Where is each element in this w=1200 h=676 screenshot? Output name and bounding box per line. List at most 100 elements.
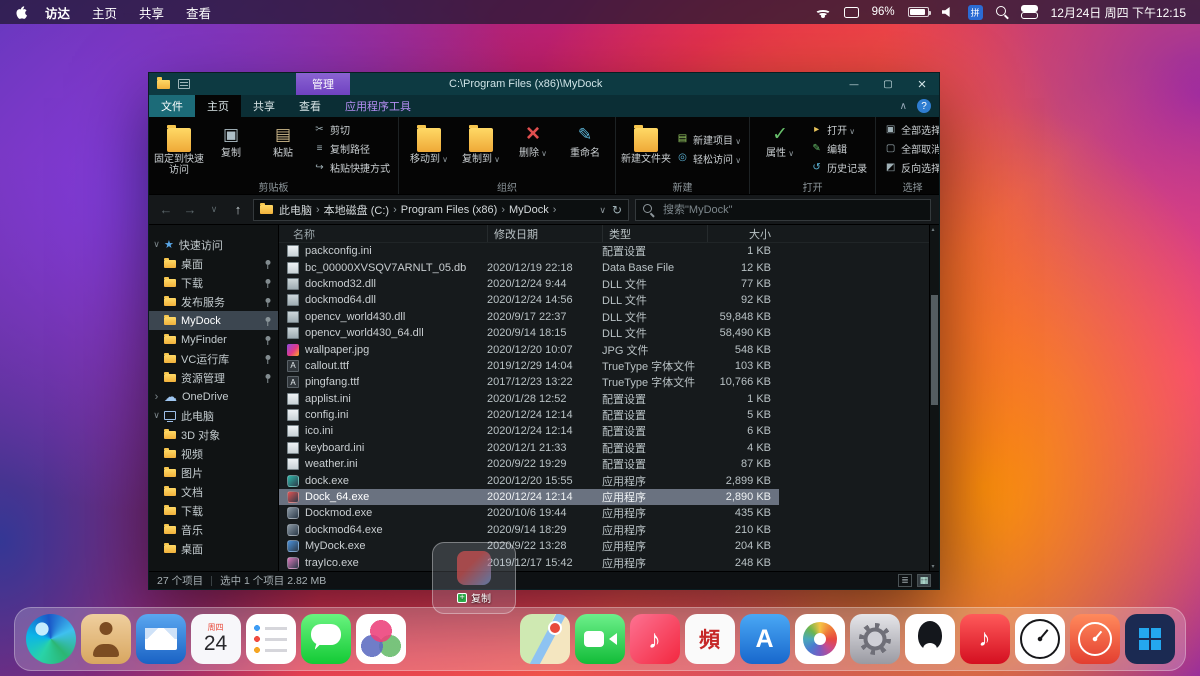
quick-access-toolbar-icon[interactable]: [178, 79, 190, 89]
sidebar-item-桌面[interactable]: 桌面: [149, 539, 278, 558]
expand-arrow-icon[interactable]: [149, 239, 164, 250]
breadcrumb[interactable]: 此电脑本地磁盘 (C:) Program Files (x86)MyDock: [253, 198, 629, 221]
search-box[interactable]: [635, 198, 931, 221]
ribbon-button[interactable]: 编辑: [807, 140, 870, 157]
file-row[interactable]: Acallout.ttf 2019/12/29 14:04 TrueType 字体文…: [279, 358, 779, 374]
dock-item-clock-icon[interactable]: [1014, 614, 1065, 664]
ribbon-button[interactable]: 属性: [755, 119, 805, 178]
file-row[interactable]: bc_00000XVSQV7ARNLT_05.db 2020/12/19 22:1…: [279, 259, 779, 275]
breadcrumb-item[interactable]: MyDock: [505, 204, 553, 216]
battery-icon[interactable]: [907, 7, 931, 17]
icons-view-button[interactable]: [917, 574, 931, 587]
forward-button[interactable]: [181, 201, 199, 219]
dock-item-alarm-clock-app-icon[interactable]: [1069, 614, 1120, 664]
dock-item-photos-icon[interactable]: [794, 614, 845, 664]
titlebar[interactable]: 管理 C:\Program Files (x86)\MyDock: [149, 73, 939, 95]
menubar-item[interactable]: 查看: [186, 3, 211, 22]
search-input[interactable]: [661, 202, 923, 217]
minimize-button[interactable]: [837, 73, 871, 95]
files-header[interactable]: 名称 修改日期 类型 大小: [279, 225, 939, 243]
file-row[interactable]: Dockmod.exe 2020/10/6 19:44 应用程序 435 KB: [279, 505, 779, 521]
sidebar-item-发布服务[interactable]: 发布服务: [149, 292, 278, 311]
ribbon-button[interactable]: 全部选择: [881, 121, 939, 138]
dock-item-music-icon[interactable]: [629, 614, 680, 664]
maximize-button[interactable]: [871, 73, 905, 95]
expand-arrow-icon[interactable]: [149, 391, 164, 403]
breadcrumb-item[interactable]: Program Files (x86): [397, 204, 502, 216]
ribbon-button[interactable]: 轻松访问: [673, 150, 744, 167]
file-row[interactable]: trayIco.exe 2019/12/17 15:42 应用程序 248 KB: [279, 554, 779, 570]
sidebar-item-视频[interactable]: 视频: [149, 444, 278, 463]
file-row[interactable]: ico.ini 2020/12/24 12:14 配置设置 6 KB: [279, 423, 779, 439]
dock-item-windows-start-icon[interactable]: [1124, 614, 1175, 664]
ribbon-button[interactable]: 删除: [508, 119, 558, 178]
address-dropdown-icon[interactable]: [599, 204, 606, 216]
sidebar-item-VC运行库[interactable]: VC运行库: [149, 349, 278, 368]
ribbon-tab[interactable]: 文件: [149, 95, 195, 117]
file-row[interactable]: Dock_64.exe 2020/12/24 12:14 应用程序 2,890 KB: [279, 488, 779, 506]
column-header[interactable]: 修改日期: [487, 225, 602, 242]
sidebar-item-下载[interactable]: 下载: [149, 273, 278, 292]
menubar-item[interactable]: 共享: [139, 3, 164, 22]
dock-item-qq-icon[interactable]: [904, 614, 955, 664]
file-row[interactable]: MyDock.exe 2020/9/22 13:28 应用程序 204 KB: [279, 538, 779, 554]
ribbon-button[interactable]: 新建文件夹: [621, 119, 671, 178]
close-button[interactable]: [905, 73, 939, 95]
quick-access-folder-icon[interactable]: [157, 77, 170, 89]
ribbon-button[interactable]: 粘贴快捷方式: [310, 159, 393, 176]
dock-item-mail-icon[interactable]: [135, 614, 186, 664]
input-method-icon[interactable]: [967, 4, 983, 20]
ribbon-button[interactable]: 固定到快速访问: [154, 119, 204, 178]
file-row[interactable]: applist.ini 2020/1/28 12:52 配置设置 1 KB: [279, 391, 779, 407]
ribbon-tab[interactable]: 共享: [241, 95, 287, 117]
sidebar-item-MyFinder[interactable]: MyFinder: [149, 330, 278, 349]
sidebar-section-this-pc[interactable]: 此电脑: [149, 406, 278, 425]
file-row[interactable]: Apingfang.ttf 2017/12/23 13:22 TrueType 字体…: [279, 374, 779, 390]
scrollbar-thumb[interactable]: [931, 295, 938, 405]
ribbon-tab[interactable]: 应用程序工具: [333, 95, 423, 117]
ribbon-tab[interactable]: 查看: [287, 95, 333, 117]
ribbon-button[interactable]: 复制: [206, 119, 256, 178]
dock-item-netease-music-icon[interactable]: [959, 614, 1010, 664]
ribbon-button[interactable]: 历史记录: [807, 159, 870, 176]
ribbon-button[interactable]: 移动到: [404, 119, 454, 178]
sidebar-item-MyDock[interactable]: MyDock: [149, 311, 278, 330]
file-row[interactable]: opencv_world430_64.dll 2020/9/14 18:15 DLL…: [279, 325, 779, 341]
apple-menu-icon[interactable]: [14, 5, 27, 20]
back-button[interactable]: [157, 201, 175, 219]
menubar-datetime[interactable]: 12月24日 周四 下午12:15: [1051, 4, 1186, 21]
sidebar-item-桌面[interactable]: 桌面: [149, 254, 278, 273]
file-row[interactable]: wallpaper.jpg 2020/12/20 10:07 JPG 文件 548 K…: [279, 341, 779, 357]
control-center-icon[interactable]: [1022, 5, 1038, 19]
sidebar-item-3D 对象[interactable]: 3D 对象: [149, 425, 278, 444]
file-row[interactable]: dockmod64.exe 2020/9/14 18:29 应用程序 210 KB: [279, 522, 779, 538]
dock-item-app-store-icon[interactable]: [739, 614, 790, 664]
dock-item-calendar-icon[interactable]: 周四 24: [190, 614, 241, 664]
menubar-item[interactable]: 主页: [92, 3, 117, 22]
sidebar-item-文档[interactable]: 文档: [149, 482, 278, 501]
ribbon-collapse-icon[interactable]: [900, 100, 907, 112]
dock-item-edge-browser-icon[interactable]: [25, 614, 76, 664]
ribbon-button[interactable]: 剪切: [310, 121, 393, 138]
dock-item-reminders-icon[interactable]: [245, 614, 296, 664]
file-row[interactable]: opencv_world430.dll 2020/9/17 22:37 DLL 文件…: [279, 309, 779, 325]
recent-locations-icon[interactable]: [205, 201, 223, 219]
ribbon-button[interactable]: 打开: [807, 121, 870, 138]
file-row[interactable]: config.ini 2020/12/24 12:14 配置设置 5 KB: [279, 407, 779, 423]
search-icon[interactable]: [995, 5, 1009, 19]
sidebar-item-音乐[interactable]: 音乐: [149, 520, 278, 539]
ribbon-button[interactable]: 反向选择: [881, 159, 939, 176]
column-header[interactable]: 类型: [602, 225, 707, 242]
sidebar-item-图片[interactable]: 图片: [149, 463, 278, 482]
sidebar-item-下载[interactable]: 下载: [149, 501, 278, 520]
sidebar-item-资源管理[interactable]: 资源管理: [149, 368, 278, 387]
ribbon-tab[interactable]: 主页: [195, 95, 241, 117]
file-row[interactable]: packconfig.ini 配置设置 1 KB: [279, 243, 779, 259]
vertical-scrollbar[interactable]: [929, 225, 939, 571]
up-button[interactable]: [229, 201, 247, 219]
column-header[interactable]: 名称: [287, 225, 487, 242]
ribbon-button[interactable]: 新建项目: [673, 131, 744, 148]
sidebar-section-onedrive[interactable]: OneDrive: [149, 387, 278, 406]
ribbon-button[interactable]: 重命名: [560, 119, 610, 178]
ribbon-button[interactable]: 全部取消: [881, 140, 939, 157]
